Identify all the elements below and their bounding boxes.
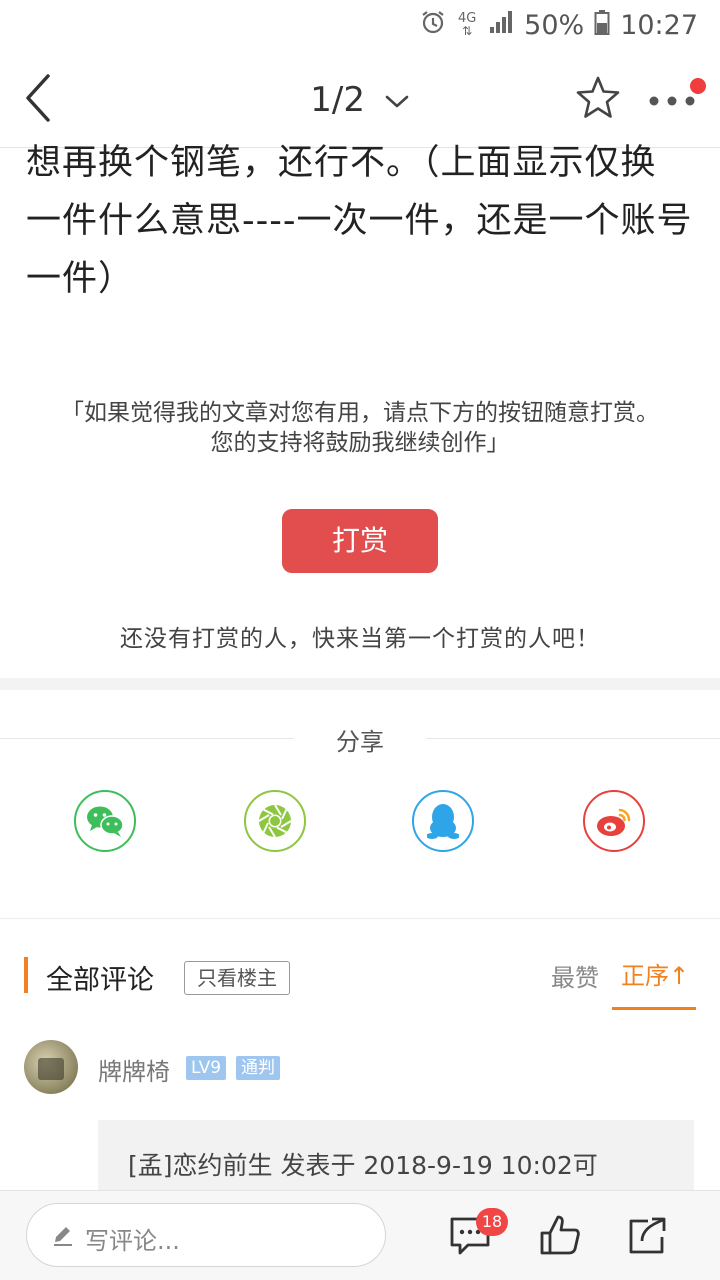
comments-title: 全部评论: [46, 965, 154, 996]
avatar[interactable]: [24, 1040, 78, 1094]
quoted-comment: [孟]恋约前生 发表于 2018-9-19 10:02可: [98, 1120, 694, 1200]
signal-icon: [488, 9, 514, 42]
network-4g-icon: 4G ⇅: [457, 11, 477, 38]
share-moments-button[interactable]: [244, 790, 306, 852]
favorite-button[interactable]: [574, 74, 622, 122]
notification-dot: [690, 78, 706, 94]
no-reward-text: 还没有打赏的人，快来当第一个打赏的人吧！: [120, 626, 600, 652]
bottom-action-bar: 写评论...: [0, 1190, 720, 1280]
reward-message-line: 您的支持将鼓励我继续创作」: [210, 430, 510, 456]
weibo-icon: [597, 808, 631, 836]
page-indicator-label: 1/2: [310, 79, 365, 120]
level-badge: LV9: [186, 1056, 227, 1080]
comment-input[interactable]: 写评论...: [26, 1203, 386, 1267]
reward-message-line: 「如果觉得我的文章对您有用，请点下方的按钮随意打赏。: [61, 400, 659, 426]
article-line: 一件）: [26, 259, 135, 299]
share-icon: [629, 1217, 666, 1254]
article-body: 想再换个钢笔，还行不。（上面显示仅换 一件什么意思----一次一件，还是一个账号…: [26, 134, 696, 308]
share-divider-right: [426, 738, 720, 739]
battery-percent: 50%: [524, 9, 585, 41]
share-bottom-divider: [0, 918, 720, 919]
qq-icon: [427, 804, 459, 839]
article-line: 想再换个钢笔，还行不。（上面显示仅换: [26, 143, 657, 183]
comment-placeholder: 写评论...: [85, 1227, 180, 1255]
article-line: 一件什么意思----一次一件，还是一个账号: [26, 201, 693, 241]
quoted-comment-text: [孟]恋约前生 发表于 2018-9-19 10:02可: [128, 1151, 598, 1180]
share-qq-button[interactable]: [412, 790, 474, 852]
sort-most-liked-tab[interactable]: 最赞: [551, 958, 599, 993]
share-title: 分享: [336, 728, 384, 756]
rank-badge: 通判: [236, 1056, 280, 1080]
wechat-icon: [87, 806, 124, 837]
share-weibo-button[interactable]: [583, 790, 645, 852]
reward-message: 「如果觉得我的文章对您有用，请点下方的按钮随意打赏。 您的支持将鼓励我继续创作」: [0, 398, 720, 458]
like-button[interactable]: [538, 1213, 582, 1257]
reward-button[interactable]: 打赏: [282, 509, 438, 573]
share-button[interactable]: [626, 1213, 670, 1257]
thumbs-up-icon: [540, 1215, 580, 1255]
active-sort-indicator: [612, 1007, 696, 1010]
section-divider: [0, 678, 720, 690]
comment-username[interactable]: 牌牌椅: [98, 1052, 170, 1087]
comment-count-badge: 18: [476, 1208, 508, 1236]
comments-accent-bar: [24, 957, 28, 993]
status-bar: 4G ⇅ 50% 10:27: [0, 0, 720, 50]
chevron-down-icon: [384, 80, 410, 120]
op-only-button[interactable]: 只看楼主: [184, 961, 290, 995]
sort-ascending-tab[interactable]: 正序↑: [621, 956, 689, 991]
share-wechat-button[interactable]: [74, 790, 136, 852]
pen-icon: [51, 1224, 75, 1252]
star-icon: [576, 76, 620, 118]
alarm-icon: [420, 9, 446, 42]
battery-icon: [594, 9, 610, 42]
moments-icon: [258, 804, 292, 838]
clock: 10:27: [620, 9, 698, 41]
